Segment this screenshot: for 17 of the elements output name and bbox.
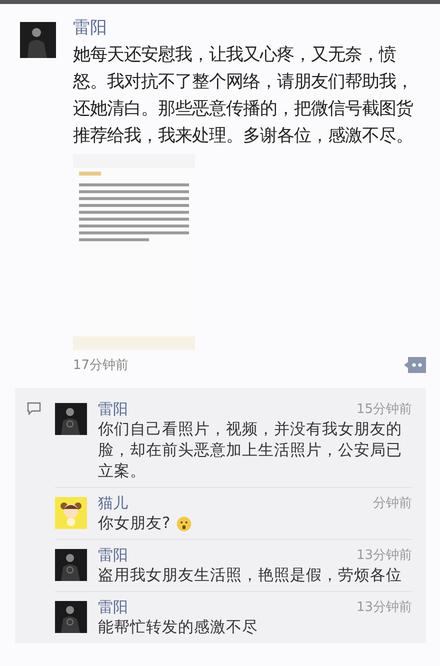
comment-time: 13分钟前 bbox=[356, 599, 412, 616]
commenter-name[interactable]: 雷阳 bbox=[98, 545, 128, 565]
comment-time: 13分钟前 bbox=[356, 547, 412, 564]
author-name[interactable]: 雷阳 bbox=[73, 16, 426, 40]
comment-menu-icon[interactable] bbox=[404, 357, 426, 373]
comment-text: 你女朋友? bbox=[98, 513, 170, 534]
comment-text: 你们自己看照片，视频，并没有我女朋友的脸，却在前头恶意加上生活照片，公安局已立案。 bbox=[98, 419, 403, 482]
comment-text: 盗用我女朋友生活照，艳照是假，劳烦各位 bbox=[98, 565, 402, 586]
post-time: 17分钟前 bbox=[73, 357, 129, 374]
commenter-name[interactable]: 雷阳 bbox=[98, 399, 128, 419]
comment-time: 分钟前 bbox=[373, 495, 412, 512]
commenter-name[interactable]: 猫儿 bbox=[98, 493, 128, 513]
post-text: 她每天还安慰我，让我又心疼，又无奈，愤怒。我对抗不了整个网络，请朋友们帮助我，还她清白。那些恶意传播的，把微信号截图货推荐给我，我来处理。多谢各位，感激不尽。 bbox=[73, 44, 414, 148]
comment-time: 15分钟前 bbox=[356, 401, 412, 418]
comment-icon bbox=[27, 402, 41, 415]
comment-text: 能帮忙转发的感激不尽 bbox=[98, 617, 258, 638]
commenter-name[interactable]: 雷阳 bbox=[98, 597, 128, 617]
